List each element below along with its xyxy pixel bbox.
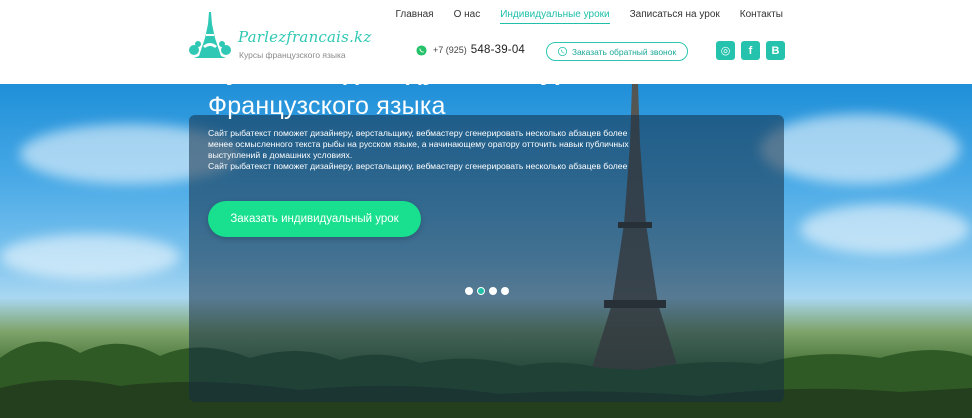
social-links: ◎ f B — [716, 41, 785, 60]
nav-item-individual-lessons[interactable]: Индивидуальные уроки — [500, 9, 610, 24]
facebook-icon[interactable]: f — [741, 41, 760, 60]
main-nav: Главная О нас Индивидуальные уроки Запис… — [376, 9, 783, 24]
hero-paragraph: Сайт рыбатекст поможет дизайнеру, верста… — [208, 161, 628, 171]
slider-dot[interactable] — [489, 287, 497, 295]
slider-dots — [465, 287, 509, 295]
instagram-icon[interactable]: ◎ — [716, 41, 735, 60]
slider-dot-active[interactable] — [477, 287, 485, 295]
order-lesson-button[interactable]: Заказать индивидуальный урок — [208, 201, 421, 237]
cloud — [0, 234, 180, 279]
eiffel-tower-icon — [189, 12, 231, 58]
nav-item-about[interactable]: О нас — [454, 9, 481, 24]
phone-code: +7 (925) — [433, 45, 467, 55]
vk-icon[interactable]: B — [766, 41, 785, 60]
slider-dot[interactable] — [501, 287, 509, 295]
whatsapp-icon — [416, 44, 427, 56]
nav-item-signup[interactable]: Записаться на урок — [630, 9, 720, 24]
logo-title: Parlezfrancais.kz — [238, 28, 372, 46]
hero-paragraph: Сайт рыбатекст поможет дизайнеру, верста… — [208, 128, 629, 160]
nav-item-contacts[interactable]: Контакты — [740, 9, 783, 24]
phone-number: 548-39-04 — [470, 44, 526, 56]
callback-label: Заказать обратный звонок — [571, 46, 677, 57]
hero-title: Лучшие индивидуальные уроки — [208, 58, 614, 86]
phone-contact[interactable]: +7 (925) 548-39-04 — [416, 44, 525, 56]
hero-description: Сайт рыбатекст поможет дизайнеру, верста… — [208, 128, 648, 172]
phone-icon — [557, 47, 567, 56]
cloud — [800, 204, 970, 254]
slider-dot[interactable] — [465, 287, 473, 295]
logo[interactable]: Parlezfrancais.kz Курсы французского язы… — [188, 10, 373, 62]
nav-item-home[interactable]: Главная — [396, 9, 434, 24]
cloud — [760, 114, 960, 184]
hero-subtitle: Французского языка — [208, 92, 446, 120]
